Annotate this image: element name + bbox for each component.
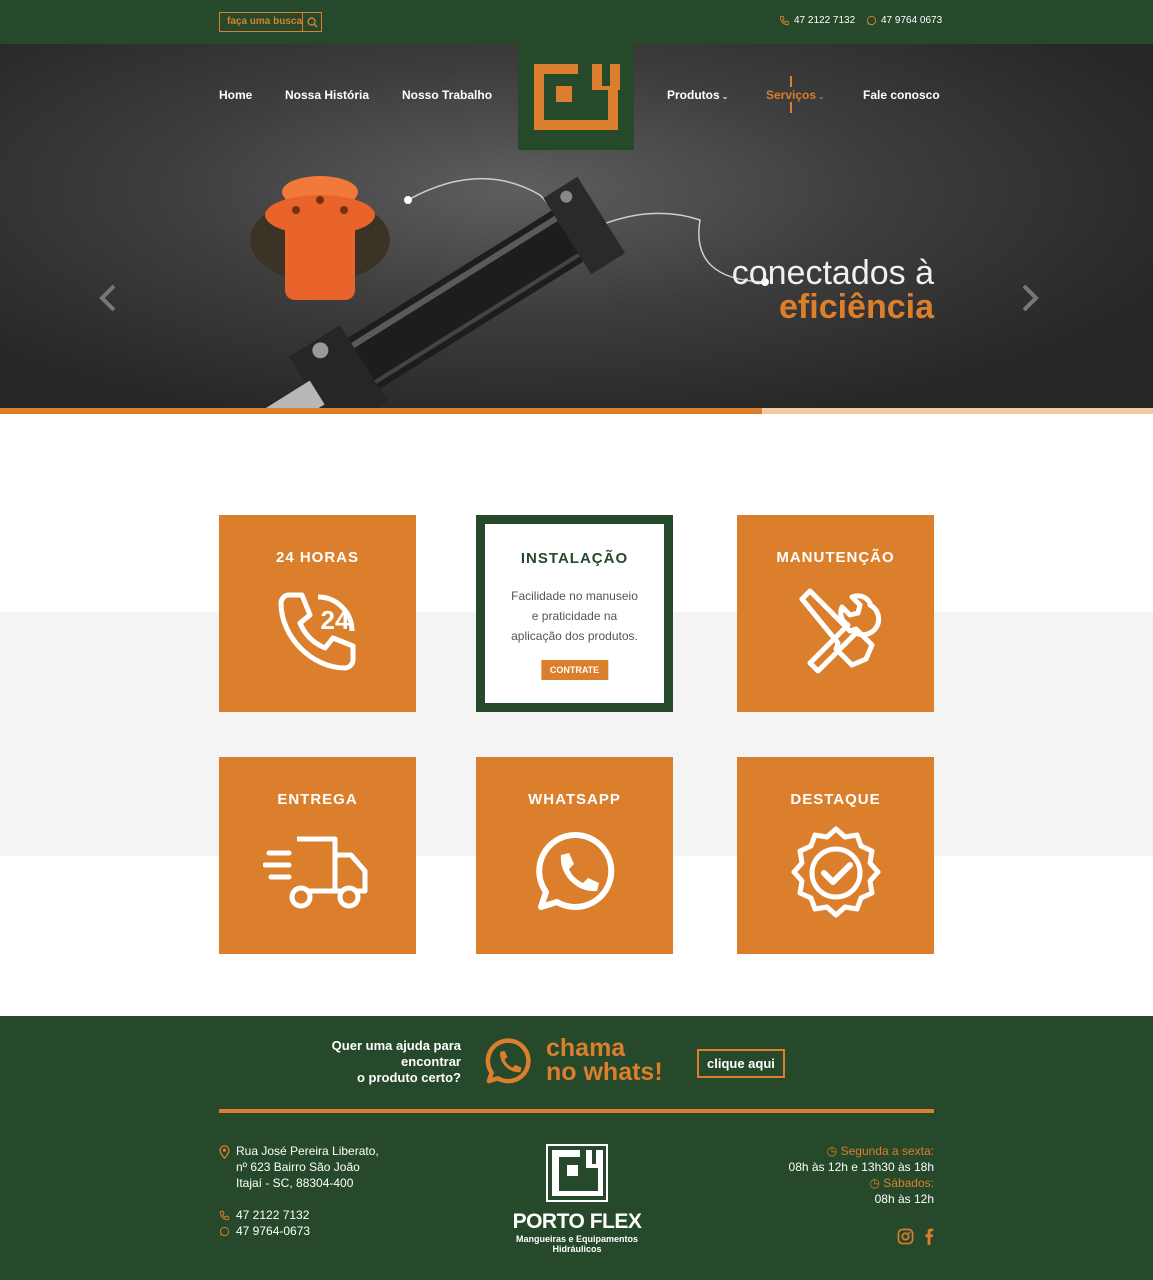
footer-logo[interactable]: PORTO FLEX Mangueiras e Equipamentos Hid… [505, 1144, 649, 1254]
top-whatsapp-text: 47 9764 0673 [881, 15, 943, 26]
svg-text:24: 24 [320, 605, 349, 635]
clique-aqui-button[interactable]: clique aqui [697, 1049, 785, 1078]
top-bar: 47 2122 7132 47 9764 0673 [0, 0, 1153, 44]
whatsapp-icon [866, 15, 877, 26]
top-phone[interactable]: 47 2122 7132 [779, 15, 855, 26]
instagram-icon[interactable] [897, 1228, 914, 1245]
card-entrega[interactable]: ENTREGA [219, 757, 416, 954]
chevron-down-icon: ⌄ [721, 92, 729, 101]
footer-divider [219, 1109, 934, 1113]
whatsapp-icon [485, 1038, 531, 1084]
prev-slide-arrow-icon[interactable] [96, 282, 120, 314]
card-description-line-1: Facilidade no manuseio [511, 589, 638, 603]
card-destaque[interactable]: DESTAQUE [737, 757, 934, 954]
card-title: INSTALAÇÃO [520, 550, 629, 567]
address-line-3: Itajaí - SC, 88304-400 [236, 1176, 354, 1190]
nav-produtos-label: Produtos [667, 88, 720, 102]
next-slide-arrow-icon[interactable] [1018, 282, 1042, 314]
cta-question-line-2: encontrar [401, 1054, 461, 1069]
hero-line-1: conectados à [731, 254, 934, 292]
phone-icon [779, 15, 790, 26]
search-button[interactable] [302, 13, 321, 31]
nav-fale-conosco[interactable]: Fale conosco [863, 88, 940, 102]
hours-value-saturday: 08h às 12h [874, 1192, 934, 1206]
card-description: Facilidade no manuseio e praticidade na … [495, 586, 654, 646]
whatsapp-icon [219, 1226, 230, 1236]
porto-flex-logo-icon [534, 64, 620, 130]
facebook-icon[interactable] [924, 1228, 934, 1245]
footer-whatsapp[interactable]: 47 9764-0673 [219, 1223, 310, 1239]
active-nav-marker-bottom [790, 102, 792, 113]
hours-value-weekdays: 08h às 12h e 13h30 às 18h [788, 1160, 934, 1174]
porto-flex-logo-icon [546, 1144, 608, 1202]
card-instalacao: INSTALAÇÃO Facilidade no manuseio e prat… [476, 515, 673, 712]
nav-produtos[interactable]: Produtos ⌄ [667, 88, 728, 102]
nav-servicos-label: Serviços [766, 88, 817, 102]
search-box [219, 12, 322, 32]
footer-hours: ◷ Segunda a sexta: 08h às 12h e 13h30 às… [789, 1143, 934, 1207]
footer-phones: 47 2122 7132 47 9764-0673 [219, 1207, 310, 1239]
card-title: MANUTENÇÃO [776, 549, 895, 566]
truck-icon [262, 836, 367, 909]
nav-home[interactable]: Home [219, 88, 252, 102]
top-phone-text: 47 2122 7132 [794, 15, 856, 26]
footer: Quer uma ajuda para encontrar o produto … [0, 1016, 1153, 1280]
cta-question-line-3: o produto certo? [357, 1070, 461, 1085]
search-input[interactable] [220, 13, 303, 31]
social-links [897, 1228, 934, 1245]
footer-whatsapp-text: 47 9764-0673 [236, 1224, 311, 1238]
address-line-2: nº 623 Bairro São João [236, 1160, 360, 1174]
nav-nosso-trabalho[interactable]: Nosso Trabalho [402, 88, 492, 102]
nav-servicos[interactable]: Serviços ⌄ [766, 88, 825, 102]
footer-brand-name: PORTO FLEX [512, 1210, 642, 1233]
footer-tagline-2: Hidráulicos [552, 1244, 602, 1254]
card-title: ENTREGA [277, 791, 358, 808]
contrate-button[interactable]: CONTRATE [540, 660, 609, 680]
hours-label-saturday: Sábados: [883, 1176, 934, 1190]
phone-icon [219, 1210, 230, 1220]
card-manutencao[interactable]: MANUTENÇÃO [737, 515, 934, 712]
site-logo[interactable] [518, 44, 634, 150]
cta-chama-no-whats: chama no whats! [546, 1034, 663, 1086]
card-title: DESTAQUE [790, 791, 881, 808]
tools-icon [799, 588, 881, 674]
hours-label-weekdays: Segunda a sexta: [840, 1144, 934, 1158]
whatsapp-icon [535, 831, 614, 910]
active-nav-marker-top [790, 76, 792, 87]
clock-icon: ◷ [826, 1144, 841, 1158]
location-pin-icon [219, 1145, 230, 1159]
hero-headline: conectados à eficiência [732, 256, 934, 324]
footer-address: Rua José Pereira Liberato, nº 623 Bairro… [219, 1143, 379, 1191]
clock-icon: ◷ [869, 1176, 884, 1190]
card-description-line-3: aplicação dos produtos. [511, 629, 638, 643]
card-title: 24 HORAS [275, 549, 360, 566]
card-description-line-2: e praticidade na [531, 609, 618, 623]
cta-question-line-1: Quer uma ajuda para [331, 1038, 461, 1053]
footer-phone[interactable]: 47 2122 7132 [219, 1207, 310, 1223]
card-title: WHATSAPP [528, 791, 621, 808]
footer-tagline-1: Mangueiras e Equipamentos [515, 1234, 639, 1244]
card-whatsapp[interactable]: WHATSAPP [476, 757, 673, 954]
cta-question: Quer uma ajuda para encontrar o produto … [300, 1038, 461, 1086]
chevron-down-icon: ⌄ [818, 92, 825, 101]
cta-big-line-2: no whats! [546, 1058, 663, 1086]
hero-divider-light [762, 408, 1153, 414]
cta-big-line-1: chama [546, 1034, 626, 1062]
card-24-horas[interactable]: 24 HORAS 24 [219, 515, 416, 712]
footer-phone-text: 47 2122 7132 [236, 1208, 310, 1222]
top-whatsapp[interactable]: 47 9764 0673 [866, 15, 942, 26]
hero-divider-orange [0, 408, 762, 414]
phone-24-icon: 24 [278, 592, 355, 671]
nav-nossa-historia[interactable]: Nossa História [285, 88, 369, 102]
badge-check-icon [791, 826, 880, 918]
search-icon [306, 16, 318, 28]
address-line-1: Rua José Pereira Liberato, [236, 1144, 379, 1158]
hero-line-2: eficiência [779, 288, 934, 326]
